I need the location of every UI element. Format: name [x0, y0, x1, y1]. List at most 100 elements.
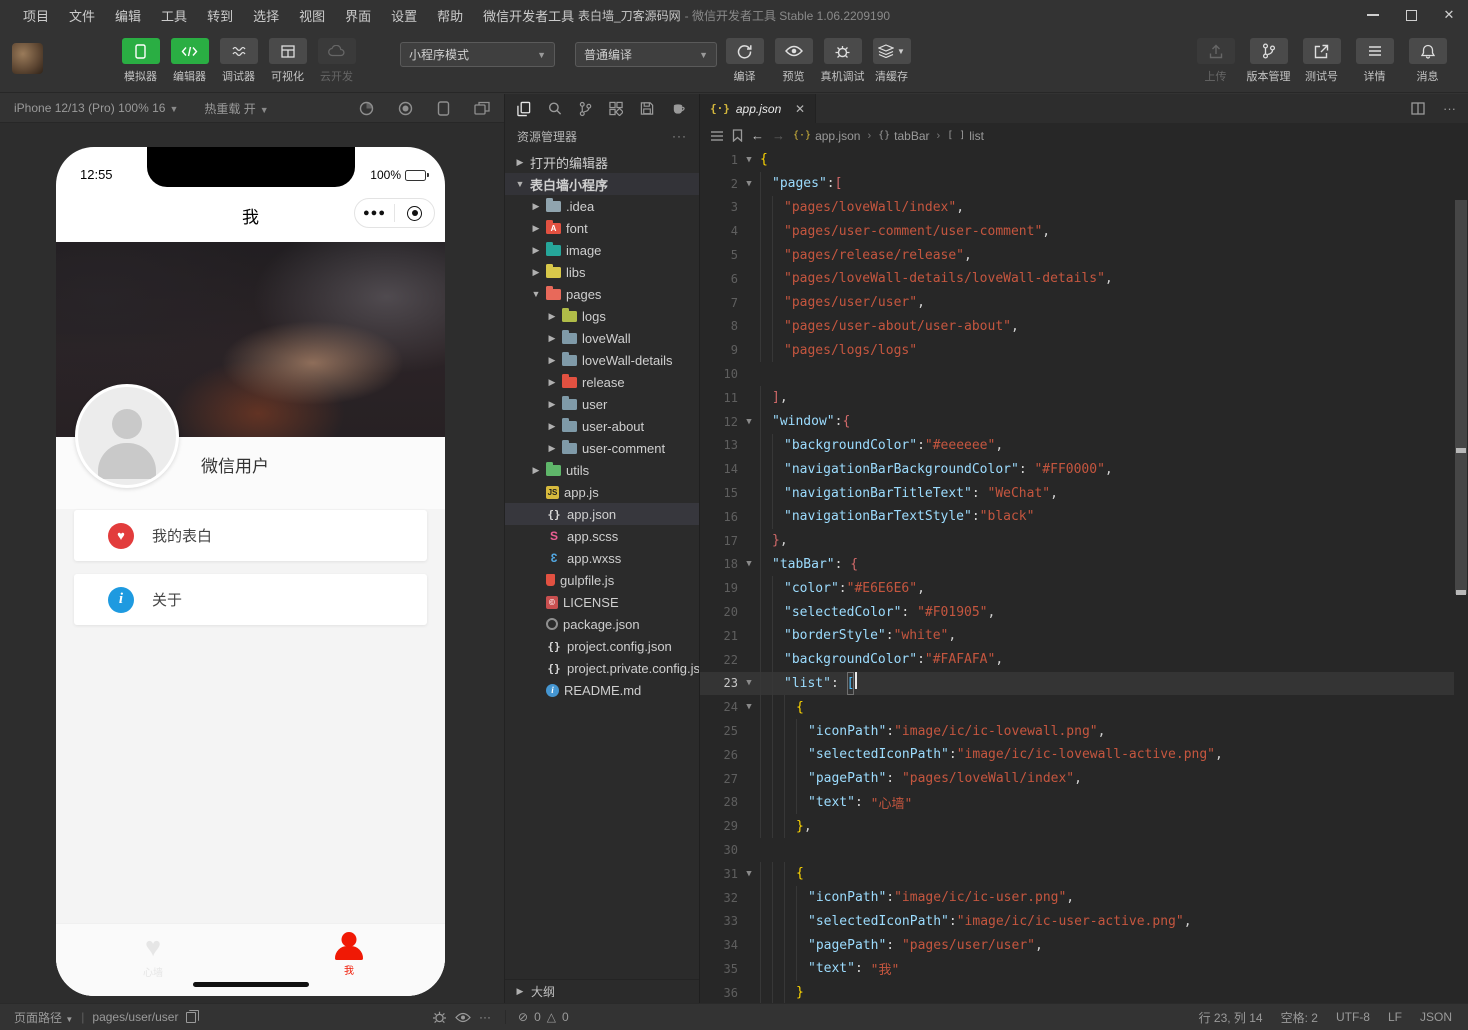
menu-item-编辑[interactable]: 编辑: [106, 3, 150, 28]
outline-list-icon[interactable]: [710, 130, 724, 142]
tree-item-app.wxss[interactable]: 3app.wxss: [505, 547, 699, 569]
separate-window-icon[interactable]: [474, 101, 490, 115]
fold-chevron-icon[interactable]: ▼: [738, 155, 760, 165]
menu-item-帮助[interactable]: 帮助: [428, 3, 472, 28]
close-button[interactable]: ✕: [1430, 0, 1468, 30]
tree-item-loveWall[interactable]: ▶loveWall: [505, 327, 699, 349]
menu-item-转到[interactable]: 转到: [198, 3, 242, 28]
code-line-12[interactable]: 12▼"window":{: [700, 410, 1454, 434]
code-line-1[interactable]: 1▼{: [700, 148, 1454, 172]
save-icon[interactable]: [640, 101, 654, 116]
tree-item-app.json[interactable]: {}app.json: [505, 503, 699, 525]
exit-miniprogram-button[interactable]: [395, 206, 434, 221]
maximize-button[interactable]: [1392, 0, 1430, 30]
code-line-32[interactable]: 32"iconPath":"image/ic/ic-user.png",: [700, 886, 1454, 910]
code-line-20[interactable]: 20"selectedColor": "#F01905",: [700, 600, 1454, 624]
tree-item-logs[interactable]: ▶logs: [505, 305, 699, 327]
menu-item-选择[interactable]: 选择: [244, 3, 288, 28]
eye-icon[interactable]: [455, 1012, 471, 1023]
code-line-11[interactable]: 11],: [700, 386, 1454, 410]
hot-reload-toggle[interactable]: 热重载 开▼: [204, 100, 268, 117]
tea-icon[interactable]: [671, 102, 687, 116]
code-line-6[interactable]: 6"pages/loveWall-details/loveWall-detail…: [700, 267, 1454, 291]
more-actions-icon[interactable]: ···: [672, 129, 687, 143]
tree-item-LICENSE[interactable]: ©LICENSE: [505, 591, 699, 613]
close-tab-icon[interactable]: ✕: [795, 102, 805, 116]
code-line-4[interactable]: 4"pages/user-comment/user-comment",: [700, 219, 1454, 243]
rotate-device-icon[interactable]: [437, 101, 450, 116]
layout-button[interactable]: 可视化: [265, 38, 310, 84]
tree-item-font[interactable]: ▶Afont: [505, 217, 699, 239]
code-line-8[interactable]: 8"pages/user-about/user-about",: [700, 315, 1454, 339]
code-line-23[interactable]: 23▼"list": [: [700, 672, 1454, 696]
code-line-19[interactable]: 19"color":"#E6E6E6",: [700, 576, 1454, 600]
bug-button[interactable]: 真机调试: [820, 38, 865, 84]
tree-section-[interactable]: ▶打开的编辑器: [505, 151, 699, 173]
code-line-33[interactable]: 33"selectedIconPath":"image/ic/ic-user-a…: [700, 910, 1454, 934]
tree-item-libs[interactable]: ▶libs: [505, 261, 699, 283]
code-line-28[interactable]: 28"text": "心墙": [700, 791, 1454, 815]
menu-item-工具[interactable]: 工具: [152, 3, 196, 28]
refresh-button[interactable]: 编译: [722, 38, 767, 84]
tree-item-package.json[interactable]: package.json: [505, 613, 699, 635]
about-item[interactable]: i 关于: [74, 574, 427, 625]
scrollbar-thumb[interactable]: [1455, 200, 1467, 594]
external-link-button[interactable]: 测试号: [1299, 38, 1344, 84]
fold-chevron-icon[interactable]: ▼: [738, 559, 760, 569]
code-line-31[interactable]: 31▼{: [700, 862, 1454, 886]
user-avatar-large[interactable]: [75, 384, 179, 488]
statusbar-problems-section[interactable]: ⊘ 0 △ 0: [505, 1010, 700, 1024]
menu-item-微信开发者工具[interactable]: 微信开发者工具: [474, 3, 583, 28]
code-line-15[interactable]: 15"navigationBarTitleText": "WeChat",: [700, 481, 1454, 505]
layers-button[interactable]: ▼清缓存: [869, 38, 914, 84]
code-area[interactable]: 1▼{2▼"pages":[3"pages/loveWall/index",4"…: [700, 148, 1454, 1003]
search-icon[interactable]: [548, 101, 562, 116]
tree-item-app.scss[interactable]: Sapp.scss: [505, 525, 699, 547]
device-selector[interactable]: iPhone 12/13 (Pro) 100% 16▼: [14, 101, 178, 115]
back-icon[interactable]: ←: [751, 128, 764, 143]
code-line-14[interactable]: 14"navigationBarBackgroundColor": "#FF00…: [700, 457, 1454, 481]
more-actions-icon[interactable]: ···: [479, 1010, 491, 1024]
minimize-button[interactable]: [1354, 0, 1392, 30]
tree-item-pages[interactable]: ▼pages: [505, 283, 699, 305]
tab-lovewall[interactable]: ♥ 心墙: [108, 932, 198, 979]
code-line-16[interactable]: 16"navigationBarTextStyle":"black": [700, 505, 1454, 529]
code-line-27[interactable]: 27"pagePath": "pages/loveWall/index",: [700, 767, 1454, 791]
tree-item-user-about[interactable]: ▶user-about: [505, 415, 699, 437]
debug-panel-button[interactable]: 调试器: [216, 38, 261, 84]
fold-chevron-icon[interactable]: ▼: [738, 702, 760, 712]
vconsole-bug-icon[interactable]: [432, 1010, 447, 1024]
code-line-30[interactable]: 30: [700, 838, 1454, 862]
code-line-25[interactable]: 25"iconPath":"image/ic/ic-lovewall.png",: [700, 719, 1454, 743]
tree-item-release[interactable]: ▶release: [505, 371, 699, 393]
editor-scrollbar[interactable]: [1454, 148, 1468, 1003]
more-actions-icon[interactable]: ···: [1443, 101, 1456, 116]
breadcrumb-item-list[interactable]: [ ]list: [947, 129, 984, 143]
statusbar-item[interactable]: JSON: [1420, 1010, 1452, 1024]
fold-chevron-icon[interactable]: ▼: [738, 678, 760, 688]
code-line-34[interactable]: 34"pagePath": "pages/user/user",: [700, 933, 1454, 957]
tab-me[interactable]: 我: [304, 932, 394, 977]
code-line-26[interactable]: 26"selectedIconPath":"image/ic/ic-lovewa…: [700, 743, 1454, 767]
breadcrumb-item-app.json[interactable]: {·}app.json: [793, 129, 860, 143]
fold-chevron-icon[interactable]: ▼: [738, 179, 760, 189]
split-editor-icon[interactable]: [1411, 102, 1425, 115]
code-line-13[interactable]: 13"backgroundColor":"#eeeeee",: [700, 434, 1454, 458]
tree-item-app.js[interactable]: JSapp.js: [505, 481, 699, 503]
code-line-24[interactable]: 24▼{: [700, 695, 1454, 719]
code-button[interactable]: 编辑器: [167, 38, 212, 84]
record-icon[interactable]: [398, 101, 413, 116]
tree-section-[interactable]: ▼表白墙小程序: [505, 173, 699, 195]
menu-item-视图[interactable]: 视图: [290, 3, 334, 28]
tree-item-user-comment[interactable]: ▶user-comment: [505, 437, 699, 459]
code-line-5[interactable]: 5"pages/release/release",: [700, 243, 1454, 267]
tree-item-.idea[interactable]: ▶.idea: [505, 195, 699, 217]
code-line-22[interactable]: 22"backgroundColor":"#FAFAFA",: [700, 648, 1454, 672]
statusbar-item[interactable]: 行 23, 列 14: [1199, 1009, 1263, 1026]
page-path-selector[interactable]: 页面路径 ▼: [14, 1009, 73, 1026]
code-line-36[interactable]: 36}: [700, 981, 1454, 1003]
user-avatar[interactable]: [12, 43, 43, 74]
screenshot-icon[interactable]: [359, 101, 374, 116]
compile-mode-dropdown[interactable]: 普通编译 ▼: [575, 42, 717, 67]
tree-item-image[interactable]: ▶image: [505, 239, 699, 261]
